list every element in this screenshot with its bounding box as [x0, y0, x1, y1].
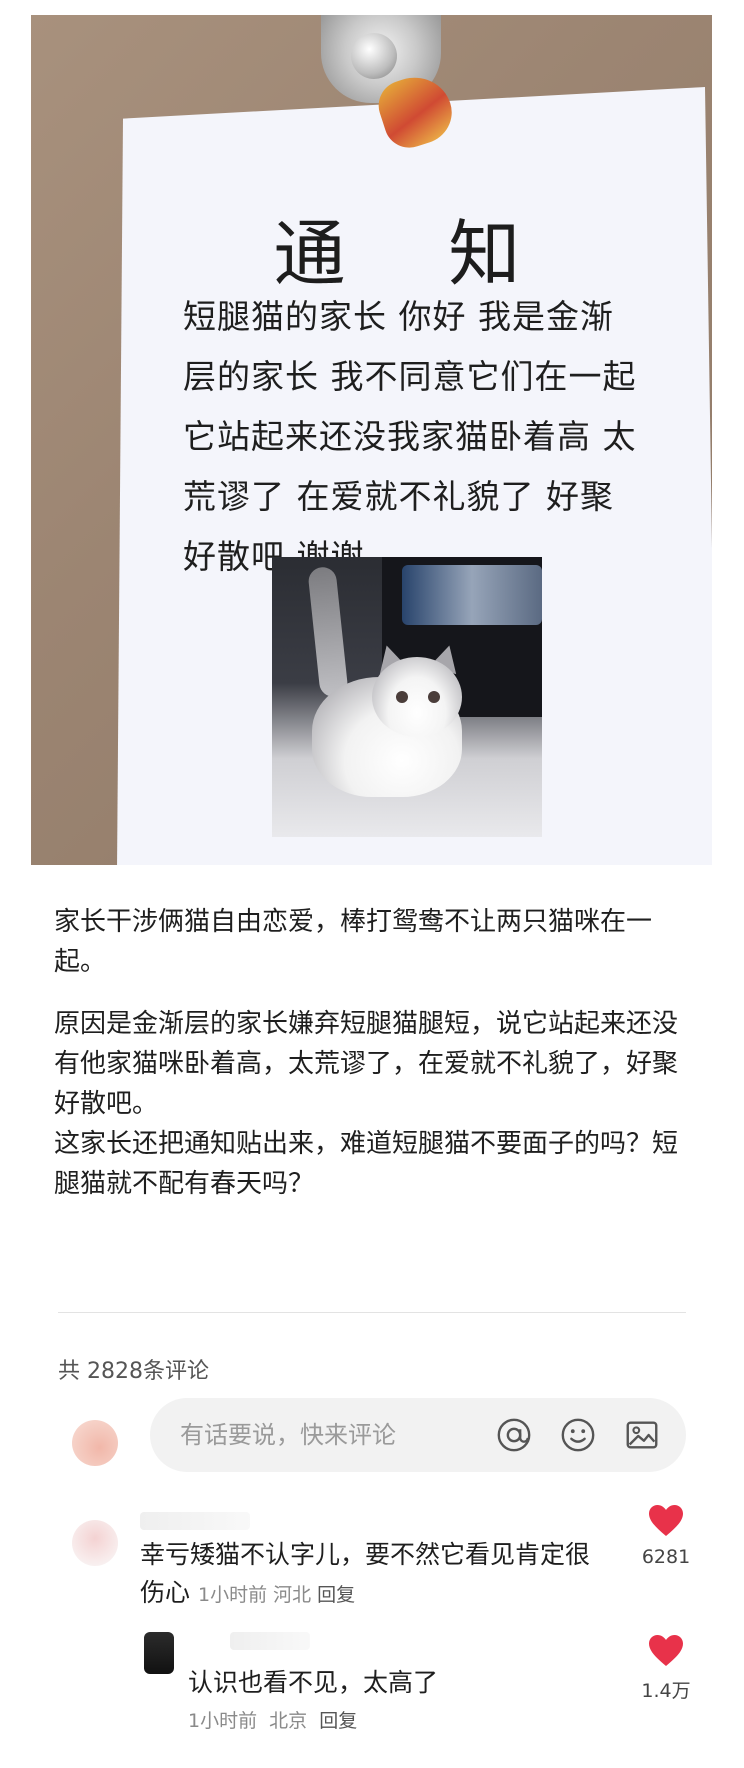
commenter-avatar[interactable]	[72, 1520, 118, 1566]
like-button[interactable]: 1.4万	[636, 1634, 696, 1703]
notice-line: 短腿猫的家长 你好 我是金渐	[183, 297, 614, 336]
comment-input[interactable]	[178, 1414, 482, 1456]
comment-meta: 1小时前 河北 回复	[198, 1584, 361, 1606]
image-button[interactable]	[622, 1415, 662, 1455]
current-user-avatar[interactable]	[72, 1420, 118, 1466]
notice-paper: 通 知 短腿猫的家长 你好 我是金渐 层的家长 我不同意它们在一起 它站起来还没…	[117, 87, 712, 865]
comment-text: 认识也看不见，太高了	[188, 1668, 439, 1697]
replier-name-blurred[interactable]	[230, 1632, 310, 1650]
tv-screen	[402, 565, 542, 625]
reply-button[interactable]: 回复	[317, 1584, 355, 1606]
smiley-icon	[561, 1418, 595, 1452]
cat-eye-right	[428, 691, 440, 703]
cat-photo	[272, 557, 542, 837]
notice-body: 短腿猫的家长 你好 我是金渐 层的家长 我不同意它们在一起 它站起来还没我家猫卧…	[183, 287, 703, 587]
article-paragraph: 原因是金渐层的家长嫌弃短腿猫腿短，说它站起来还没有他家猫咪卧着高，太荒谬了，在爱…	[54, 1009, 679, 1119]
notice-line: 荒谬了 在爱就不礼貌了 好聚	[183, 477, 614, 516]
cat-head	[372, 657, 462, 737]
article-paragraph: 家长干涉俩猫自由恋爱，棒打鸳鸯不让两只猫咪在一起。	[54, 907, 653, 977]
article-body: 家长干涉俩猫自由恋爱，棒打鸳鸯不让两只猫咪在一起。 原因是金渐层的家长嫌弃短腿猫…	[54, 902, 694, 1204]
like-count: 6281	[641, 1546, 691, 1568]
heart-icon	[649, 1505, 683, 1536]
at-icon	[497, 1418, 531, 1452]
reply-avatar[interactable]	[144, 1632, 174, 1674]
divider	[58, 1312, 686, 1313]
notice-line: 层的家长 我不同意它们在一起	[183, 357, 637, 396]
reply-button[interactable]: 回复	[319, 1710, 357, 1732]
comment-1: 幸亏矮猫不认字儿，要不然它看见肯定很伤心 1小时前 河北 回复	[140, 1536, 600, 1614]
image-icon	[626, 1421, 658, 1449]
comment-2: 认识也看不见，太高了 1小时前 北京 回复	[188, 1664, 608, 1740]
comment-count: 共 2828条评论	[58, 1359, 209, 1384]
like-count: 1.4万	[641, 1680, 691, 1702]
mention-button[interactable]	[494, 1415, 534, 1455]
comment-input-bar	[150, 1398, 686, 1472]
heart-icon	[649, 1635, 683, 1666]
article-paragraph: 这家长还把通知贴出来，难道短腿猫不要面子的吗？短腿猫就不配有春天吗？	[54, 1129, 679, 1199]
emoji-button[interactable]	[558, 1415, 598, 1455]
comment-meta: 1小时前 北京 回复	[188, 1702, 608, 1740]
peephole-lens	[351, 33, 397, 79]
commenter-name-blurred[interactable]	[140, 1512, 250, 1530]
notice-title: 通 知	[273, 212, 561, 296]
comment-location: 北京	[269, 1710, 308, 1732]
cat-eye-left	[396, 691, 408, 703]
like-button[interactable]: 6281	[636, 1504, 696, 1568]
cat-tail	[307, 565, 349, 699]
notice-line: 它站起来还没我家猫卧着高 太	[183, 417, 637, 456]
comment-location: 河北	[273, 1584, 312, 1606]
notice-photo[interactable]: 通 知 短腿猫的家长 你好 我是金渐 层的家长 我不同意它们在一起 它站起来还没…	[31, 15, 712, 865]
comment-time: 1小时前	[198, 1584, 268, 1606]
comment-time: 1小时前	[188, 1710, 258, 1732]
